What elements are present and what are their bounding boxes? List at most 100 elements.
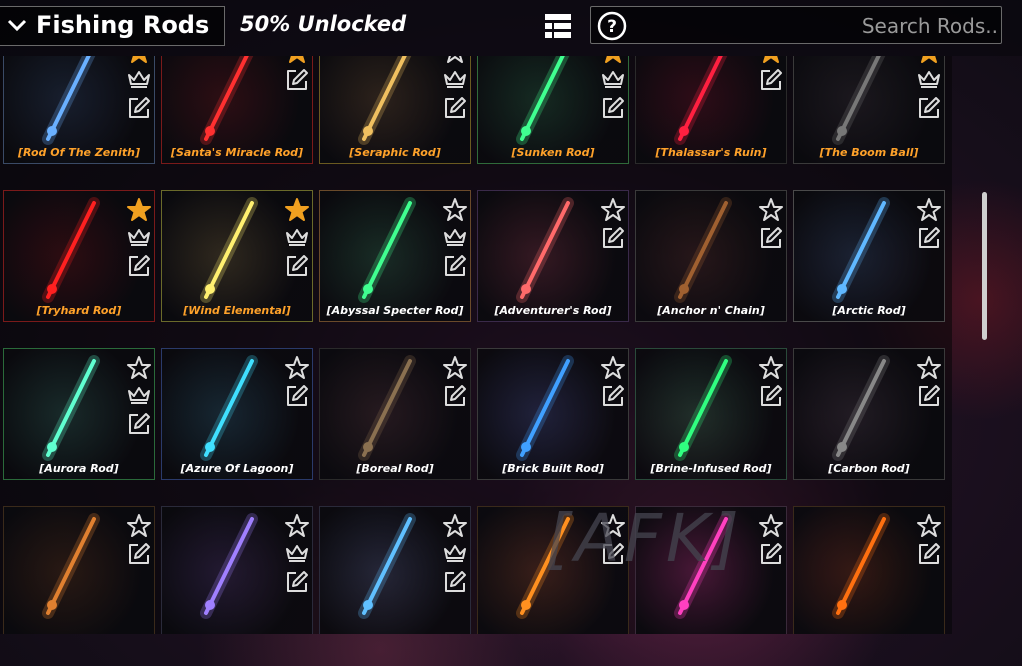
favorite-star-icon[interactable]: [916, 56, 942, 65]
rod-card[interactable]: [Aurora Rod]: [3, 348, 155, 480]
rod-card[interactable]: [161, 506, 313, 634]
favorite-star-icon[interactable]: [442, 56, 468, 65]
rod-label: [Brine-Infused Rod]: [650, 462, 772, 475]
rod-card[interactable]: [Brick Built Rod]: [477, 348, 629, 480]
favorite-star-icon[interactable]: [600, 355, 626, 381]
rod-card[interactable]: [The Boom Ball]: [793, 56, 945, 164]
edit-icon[interactable]: [600, 383, 626, 409]
favorite-star-icon[interactable]: [284, 513, 310, 539]
rod-card[interactable]: [Seraphic Rod]: [319, 56, 471, 164]
favorite-star-icon[interactable]: [600, 197, 626, 223]
favorite-star-icon[interactable]: [442, 197, 468, 223]
crown-icon[interactable]: [442, 225, 468, 249]
edit-icon[interactable]: [126, 253, 152, 279]
crown-icon[interactable]: [284, 541, 310, 565]
rod-card[interactable]: [319, 506, 471, 634]
favorite-star-icon[interactable]: [442, 513, 468, 539]
list-view-icon[interactable]: [544, 12, 572, 40]
favorite-star-icon[interactable]: [758, 197, 784, 223]
favorite-star-icon[interactable]: [600, 56, 626, 65]
rod-card[interactable]: [793, 506, 945, 634]
crown-icon[interactable]: [284, 225, 310, 249]
favorite-star-icon[interactable]: [758, 355, 784, 381]
edit-icon[interactable]: [284, 383, 310, 409]
crown-icon[interactable]: [126, 67, 152, 91]
favorite-star-icon[interactable]: [916, 355, 942, 381]
rod-image: [516, 56, 570, 145]
rod-card[interactable]: [Azure Of Lagoon]: [161, 348, 313, 480]
edit-icon[interactable]: [284, 67, 310, 93]
rod-card[interactable]: [Carbon Rod]: [793, 348, 945, 480]
favorite-star-icon[interactable]: [442, 355, 468, 381]
rod-card[interactable]: [Thalassar's Ruin]: [635, 56, 787, 164]
rod-grid: [Rod Of The Zenith] [Santa's Miracle Rod]…: [0, 56, 952, 634]
rod-card[interactable]: [635, 506, 787, 634]
edit-icon[interactable]: [758, 541, 784, 567]
edit-icon[interactable]: [916, 95, 942, 121]
edit-icon[interactable]: [758, 225, 784, 251]
favorite-star-icon[interactable]: [284, 355, 310, 381]
favorite-star-icon[interactable]: [916, 513, 942, 539]
rod-card[interactable]: [Rod Of The Zenith]: [3, 56, 155, 164]
edit-icon[interactable]: [284, 569, 310, 595]
rod-card[interactable]: [Santa's Miracle Rod]: [161, 56, 313, 164]
rod-label: [Azure Of Lagoon]: [180, 462, 294, 475]
rod-card[interactable]: [Sunken Rod]: [477, 56, 629, 164]
favorite-star-icon[interactable]: [916, 197, 942, 223]
rod-image: [674, 197, 732, 303]
favorite-star-icon[interactable]: [284, 197, 310, 223]
edit-icon[interactable]: [758, 383, 784, 409]
edit-icon[interactable]: [442, 95, 468, 121]
edit-icon[interactable]: [916, 383, 942, 409]
edit-icon[interactable]: [442, 569, 468, 595]
favorite-star-icon[interactable]: [126, 355, 152, 381]
search-box[interactable]: [590, 6, 1002, 45]
rod-card[interactable]: [3, 506, 155, 634]
edit-icon[interactable]: [600, 225, 626, 251]
edit-icon[interactable]: [916, 225, 942, 251]
rod-card[interactable]: [Abyssal Specter Rod]: [319, 190, 471, 322]
edit-icon[interactable]: [126, 541, 152, 567]
crown-icon[interactable]: [126, 383, 152, 407]
rod-card[interactable]: [Boreal Rod]: [319, 348, 471, 480]
rod-image: [832, 355, 890, 461]
rod-card[interactable]: [477, 506, 629, 634]
edit-icon[interactable]: [758, 67, 784, 93]
rod-card[interactable]: [Adventurer's Rod]: [477, 190, 629, 322]
edit-icon[interactable]: [284, 253, 310, 279]
favorite-star-icon[interactable]: [126, 56, 152, 65]
scrollbar[interactable]: [982, 192, 987, 340]
search-input[interactable]: [651, 7, 1000, 45]
edit-icon[interactable]: [916, 541, 942, 567]
edit-icon[interactable]: [126, 95, 152, 121]
rod-label: [Thalassar's Ruin]: [655, 146, 767, 159]
rod-image: [200, 56, 254, 145]
crown-icon[interactable]: [442, 541, 468, 565]
rod-card[interactable]: [Arctic Rod]: [793, 190, 945, 322]
crown-icon[interactable]: [442, 67, 468, 91]
edit-icon[interactable]: [600, 95, 626, 121]
edge-glyph: [1012, 8, 1022, 44]
favorite-star-icon[interactable]: [284, 56, 310, 65]
crown-icon[interactable]: [916, 67, 942, 91]
help-icon[interactable]: ?: [597, 11, 627, 41]
rod-label: [The Boom Ball]: [819, 146, 919, 159]
crown-icon[interactable]: [126, 225, 152, 249]
svg-text:?: ?: [607, 17, 617, 37]
favorite-star-icon[interactable]: [600, 513, 626, 539]
rod-card[interactable]: [Wind Elemental]: [161, 190, 313, 322]
favorite-star-icon[interactable]: [126, 513, 152, 539]
favorite-star-icon[interactable]: [758, 56, 784, 65]
rod-card[interactable]: [Anchor n' Chain]: [635, 190, 787, 322]
crown-icon[interactable]: [600, 67, 626, 91]
favorite-star-icon[interactable]: [126, 197, 152, 223]
edit-icon[interactable]: [442, 383, 468, 409]
rod-card[interactable]: [Brine-Infused Rod]: [635, 348, 787, 480]
edit-icon[interactable]: [126, 411, 152, 437]
favorite-star-icon[interactable]: [758, 513, 784, 539]
category-dropdown[interactable]: Fishing Rods: [0, 6, 225, 46]
edit-icon[interactable]: [600, 541, 626, 567]
rod-image: [358, 513, 416, 619]
edit-icon[interactable]: [442, 253, 468, 279]
rod-card[interactable]: [Tryhard Rod]: [3, 190, 155, 322]
